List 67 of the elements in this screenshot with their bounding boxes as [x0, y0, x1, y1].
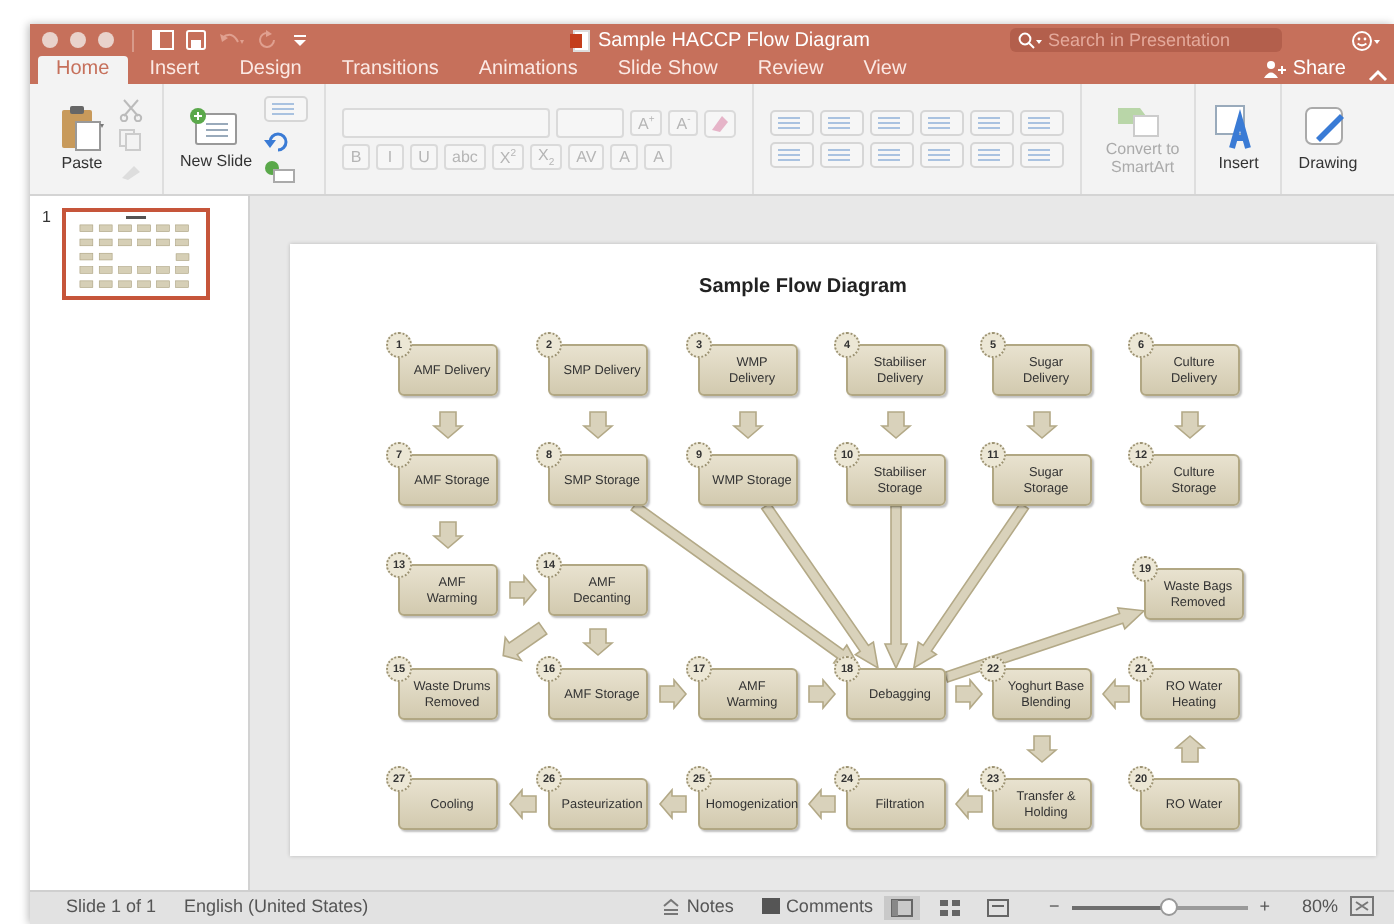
save-icon[interactable]: [186, 30, 206, 50]
comment-icon: [761, 897, 780, 915]
arrow: [659, 677, 688, 711]
drawing-button[interactable]: Drawing: [1298, 104, 1358, 174]
customize-icon[interactable]: [290, 30, 310, 50]
close-button[interactable]: [42, 32, 58, 48]
ribbon-tab[interactable]: Design: [221, 56, 320, 84]
slide-title: Sample Flow Diagram: [699, 276, 907, 298]
redo-icon[interactable]: [258, 30, 278, 50]
arrow: [807, 787, 836, 821]
ribbon-tab[interactable]: Review: [739, 56, 842, 84]
ribbon-tab[interactable]: Slide Show: [599, 56, 736, 84]
zoom-thumb[interactable]: [1160, 898, 1179, 916]
zoom-out-button[interactable]: −: [1048, 896, 1060, 916]
arrow: [502, 621, 548, 662]
scissors-icon[interactable]: [118, 97, 146, 121]
ribbon-tab[interactable]: View: [845, 56, 925, 84]
notes-button[interactable]: Notes: [662, 896, 734, 916]
zoom-button[interactable]: [98, 32, 114, 48]
share-button[interactable]: Share: [1252, 58, 1358, 84]
arrow: [731, 411, 765, 440]
document-icon: [570, 29, 591, 51]
zoom-in-button[interactable]: +: [1259, 896, 1270, 916]
ribbon-tab[interactable]: Insert: [131, 56, 218, 84]
smiley-icon[interactable]: [1350, 29, 1382, 51]
sidebar-icon[interactable]: [152, 30, 174, 50]
arrow: [808, 677, 837, 711]
new-slide-button[interactable]: New Slide: [180, 106, 253, 172]
clipboard-icon: [58, 104, 106, 153]
zoom-percent[interactable]: 80%: [1301, 896, 1338, 916]
arrow: [954, 787, 983, 821]
paste-button[interactable]: Paste: [58, 104, 106, 174]
arrow: [431, 521, 465, 550]
search-field[interactable]: Search in Presentation: [1010, 28, 1282, 52]
fit-slide-icon[interactable]: [1350, 896, 1374, 916]
arrow: [431, 411, 465, 440]
section-icon[interactable]: [264, 159, 301, 183]
ribbon-tab[interactable]: Animations: [460, 56, 596, 84]
arrow: [879, 411, 913, 440]
font-size-field[interactable]: [556, 108, 625, 138]
slide-thumbnail[interactable]: [62, 208, 211, 300]
arrow: [1173, 734, 1207, 763]
comments-button[interactable]: Comments: [761, 896, 873, 916]
font-name-field[interactable]: [342, 108, 551, 138]
slide-counter: Slide 1 of 1: [66, 896, 157, 916]
clear-format-icon[interactable]: [704, 109, 737, 137]
insert-button[interactable]: Insert: [1212, 104, 1265, 174]
ribbon-tab[interactable]: Home: [38, 56, 128, 84]
reset-icon[interactable]: [264, 127, 293, 153]
arrow: [1025, 411, 1059, 440]
notes-icon: [662, 897, 681, 915]
language-label[interactable]: English (United States): [184, 896, 369, 916]
copy-icon[interactable]: [118, 127, 146, 151]
view-button[interactable]: [884, 896, 921, 920]
arrow: [1173, 411, 1207, 440]
arrow: [509, 573, 538, 607]
minimize-button[interactable]: [70, 32, 86, 48]
slide-number: 1: [42, 208, 51, 230]
search-icon: [1018, 31, 1042, 49]
arrow: [658, 787, 687, 821]
person-add-icon: [1264, 60, 1287, 78]
ribbon-tab[interactable]: Transitions: [323, 56, 457, 84]
arrow: [581, 411, 615, 440]
window-title: Sample HACCP Flow Diagram: [598, 29, 870, 51]
arrow: [1025, 735, 1059, 764]
arrow: [508, 787, 537, 821]
arrow: [581, 628, 615, 657]
